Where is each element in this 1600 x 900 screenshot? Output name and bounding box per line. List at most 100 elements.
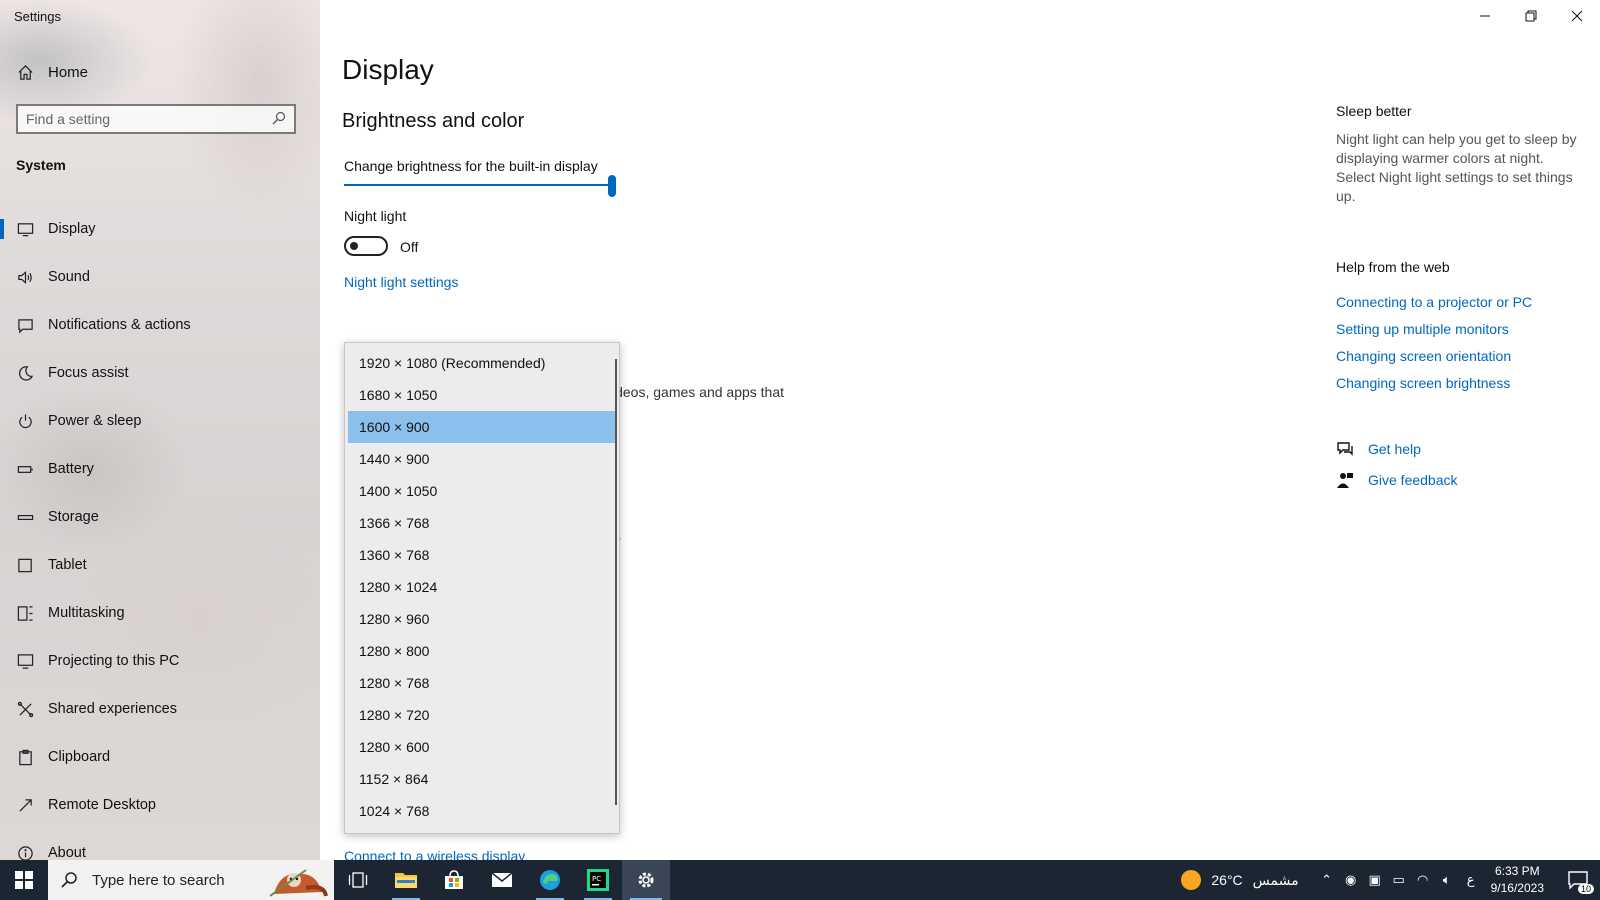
page-title: Display <box>342 54 434 85</box>
restore-button[interactable] <box>1508 0 1554 32</box>
resolution-option[interactable]: 1280 × 1024 <box>348 571 616 603</box>
sidebar-item-notifications[interactable]: Notifications & actions <box>0 301 320 349</box>
clipboard-icon <box>16 748 34 766</box>
resolution-dropdown-list[interactable]: 1920 × 1080 (Recommended) 1680 × 1050 16… <box>344 342 620 834</box>
resolution-option[interactable]: 1680 × 1050 <box>348 379 616 411</box>
minimize-button[interactable] <box>1462 0 1508 32</box>
moon-icon <box>16 364 34 382</box>
sidebar-item-label: Battery <box>48 461 94 477</box>
sidebar-item-projecting[interactable]: Projecting to this PC <box>0 637 320 685</box>
close-icon <box>1571 10 1583 22</box>
resolution-option[interactable]: 1360 × 768 <box>348 539 616 571</box>
sidebar: Settings Home Find a setting System Disp… <box>0 0 320 860</box>
main-content: Display Brightness and color Change brig… <box>320 0 1600 864</box>
sidebar-item-shared-experiences[interactable]: Shared experiences <box>0 685 320 733</box>
file-explorer-button[interactable] <box>382 860 430 900</box>
home-nav-item[interactable]: Home <box>16 63 88 81</box>
sidebar-item-power-sleep[interactable]: Power & sleep <box>0 397 320 445</box>
gear-icon <box>638 872 654 888</box>
sidebar-item-label: Projecting to this PC <box>48 653 180 669</box>
edge-button[interactable] <box>526 860 574 900</box>
search-icon <box>272 111 286 128</box>
search-icon <box>61 872 77 888</box>
resolution-option[interactable]: 1280 × 960 <box>348 603 616 635</box>
sidebar-item-multitasking[interactable]: Multitasking <box>0 589 320 637</box>
shared-icon <box>16 700 34 718</box>
sidebar-item-storage[interactable]: Storage <box>0 493 320 541</box>
pycharm-button[interactable]: PC <box>574 860 622 900</box>
taskbar: Type here to search PC 26°C مشمس ⌃ ◉ ▣ ▭… <box>0 860 1600 900</box>
resolution-option[interactable]: 1400 × 1050 <box>348 475 616 507</box>
wifi-icon[interactable]: ◠ <box>1411 872 1435 888</box>
taskbar-search-box[interactable]: Type here to search <box>48 860 334 900</box>
volume-icon[interactable]: 🔈︎ <box>1435 872 1459 888</box>
close-button[interactable] <box>1554 0 1600 32</box>
notification-badge: 10 <box>1577 884 1594 894</box>
pycharm-icon: PC <box>587 869 609 891</box>
night-light-label: Night light <box>344 208 407 224</box>
sidebar-item-focus-assist[interactable]: Focus assist <box>0 349 320 397</box>
clock[interactable]: 6:33 PM 9/16/2023 <box>1491 863 1544 897</box>
slider-thumb[interactable] <box>608 175 616 197</box>
sidebar-item-clipboard[interactable]: Clipboard <box>0 733 320 781</box>
search-input[interactable]: Find a setting <box>16 104 296 134</box>
notification-icon <box>16 316 34 334</box>
help-web-title: Help from the web <box>1336 259 1450 275</box>
input-language[interactable]: ع <box>1459 872 1483 888</box>
record-icon[interactable]: ◉ <box>1339 872 1363 888</box>
power-icon <box>16 412 34 430</box>
partially-hidden-text: ideos, games and apps that <box>612 384 785 400</box>
sun-icon <box>1181 870 1202 890</box>
red-panda-illustration-icon <box>269 869 328 897</box>
resolution-option[interactable]: 1280 × 768 <box>348 667 616 699</box>
weather-widget[interactable]: 26°C مشمس <box>1181 870 1299 890</box>
projecting-icon <box>16 652 34 670</box>
speaker-icon <box>16 268 34 286</box>
sidebar-item-label: Notifications & actions <box>48 317 191 333</box>
resolution-option[interactable]: 1440 × 900 <box>348 443 616 475</box>
resolution-option-selected[interactable]: 1600 × 900 <box>348 411 616 443</box>
get-help-link[interactable]: Get help <box>1336 440 1421 458</box>
resolution-option[interactable]: 1920 × 1080 (Recommended) <box>348 347 616 379</box>
sidebar-item-display[interactable]: Display <box>0 205 320 253</box>
sidebar-item-sound[interactable]: Sound <box>0 253 320 301</box>
store-button[interactable] <box>430 860 478 900</box>
sidebar-item-label: Clipboard <box>48 749 111 765</box>
resolution-option[interactable]: 1366 × 768 <box>348 507 616 539</box>
dropdown-scrollbar[interactable] <box>615 359 617 805</box>
night-light-settings-link[interactable]: Night light settings <box>344 274 458 290</box>
mail-button[interactable] <box>478 860 526 900</box>
help-link-projector[interactable]: Connecting to a projector or PC <box>1336 294 1532 310</box>
resolution-option[interactable]: 1024 × 768 <box>348 795 616 827</box>
settings-app-button[interactable] <box>622 860 670 900</box>
battery-icon[interactable]: ▭ <box>1387 872 1411 888</box>
resolution-option[interactable]: 1280 × 600 <box>348 731 616 763</box>
help-link-monitors[interactable]: Setting up multiple monitors <box>1336 321 1509 337</box>
resolution-option[interactable]: 1280 × 720 <box>348 699 616 731</box>
resolution-option[interactable]: 1280 × 800 <box>348 635 616 667</box>
chevron-up-icon[interactable]: ⌃ <box>1315 872 1339 888</box>
sidebar-item-label: Display <box>48 221 96 237</box>
task-view-button[interactable] <box>334 860 382 900</box>
resolution-option[interactable]: 1152 × 864 <box>348 763 616 795</box>
brightness-label: Change brightness for the built-in displ… <box>344 158 598 174</box>
action-center-button[interactable]: 10 <box>1556 860 1600 900</box>
sidebar-item-battery[interactable]: Battery <box>0 445 320 493</box>
sleep-better-text: Night light can help you get to sleep by… <box>1336 131 1577 204</box>
brightness-slider[interactable] <box>344 175 616 197</box>
help-link-orientation[interactable]: Changing screen orientation <box>1336 348 1511 364</box>
meet-now-icon[interactable]: ▣ <box>1363 872 1387 888</box>
home-icon <box>16 63 34 81</box>
edge-icon <box>540 870 560 890</box>
help-link-brightness[interactable]: Changing screen brightness <box>1336 375 1510 391</box>
sidebar-item-tablet[interactable]: Tablet <box>0 541 320 589</box>
give-feedback-link[interactable]: Give feedback <box>1336 471 1458 489</box>
feedback-icon <box>1337 473 1353 488</box>
sidebar-item-remote-desktop[interactable]: Remote Desktop <box>0 781 320 829</box>
sidebar-item-about[interactable]: About <box>0 829 320 860</box>
start-button[interactable] <box>0 860 48 900</box>
tablet-icon <box>16 556 34 574</box>
taskbar-search-placeholder: Type here to search <box>92 871 225 889</box>
night-light-toggle[interactable] <box>344 236 388 256</box>
sidebar-item-label: About <box>48 845 86 860</box>
